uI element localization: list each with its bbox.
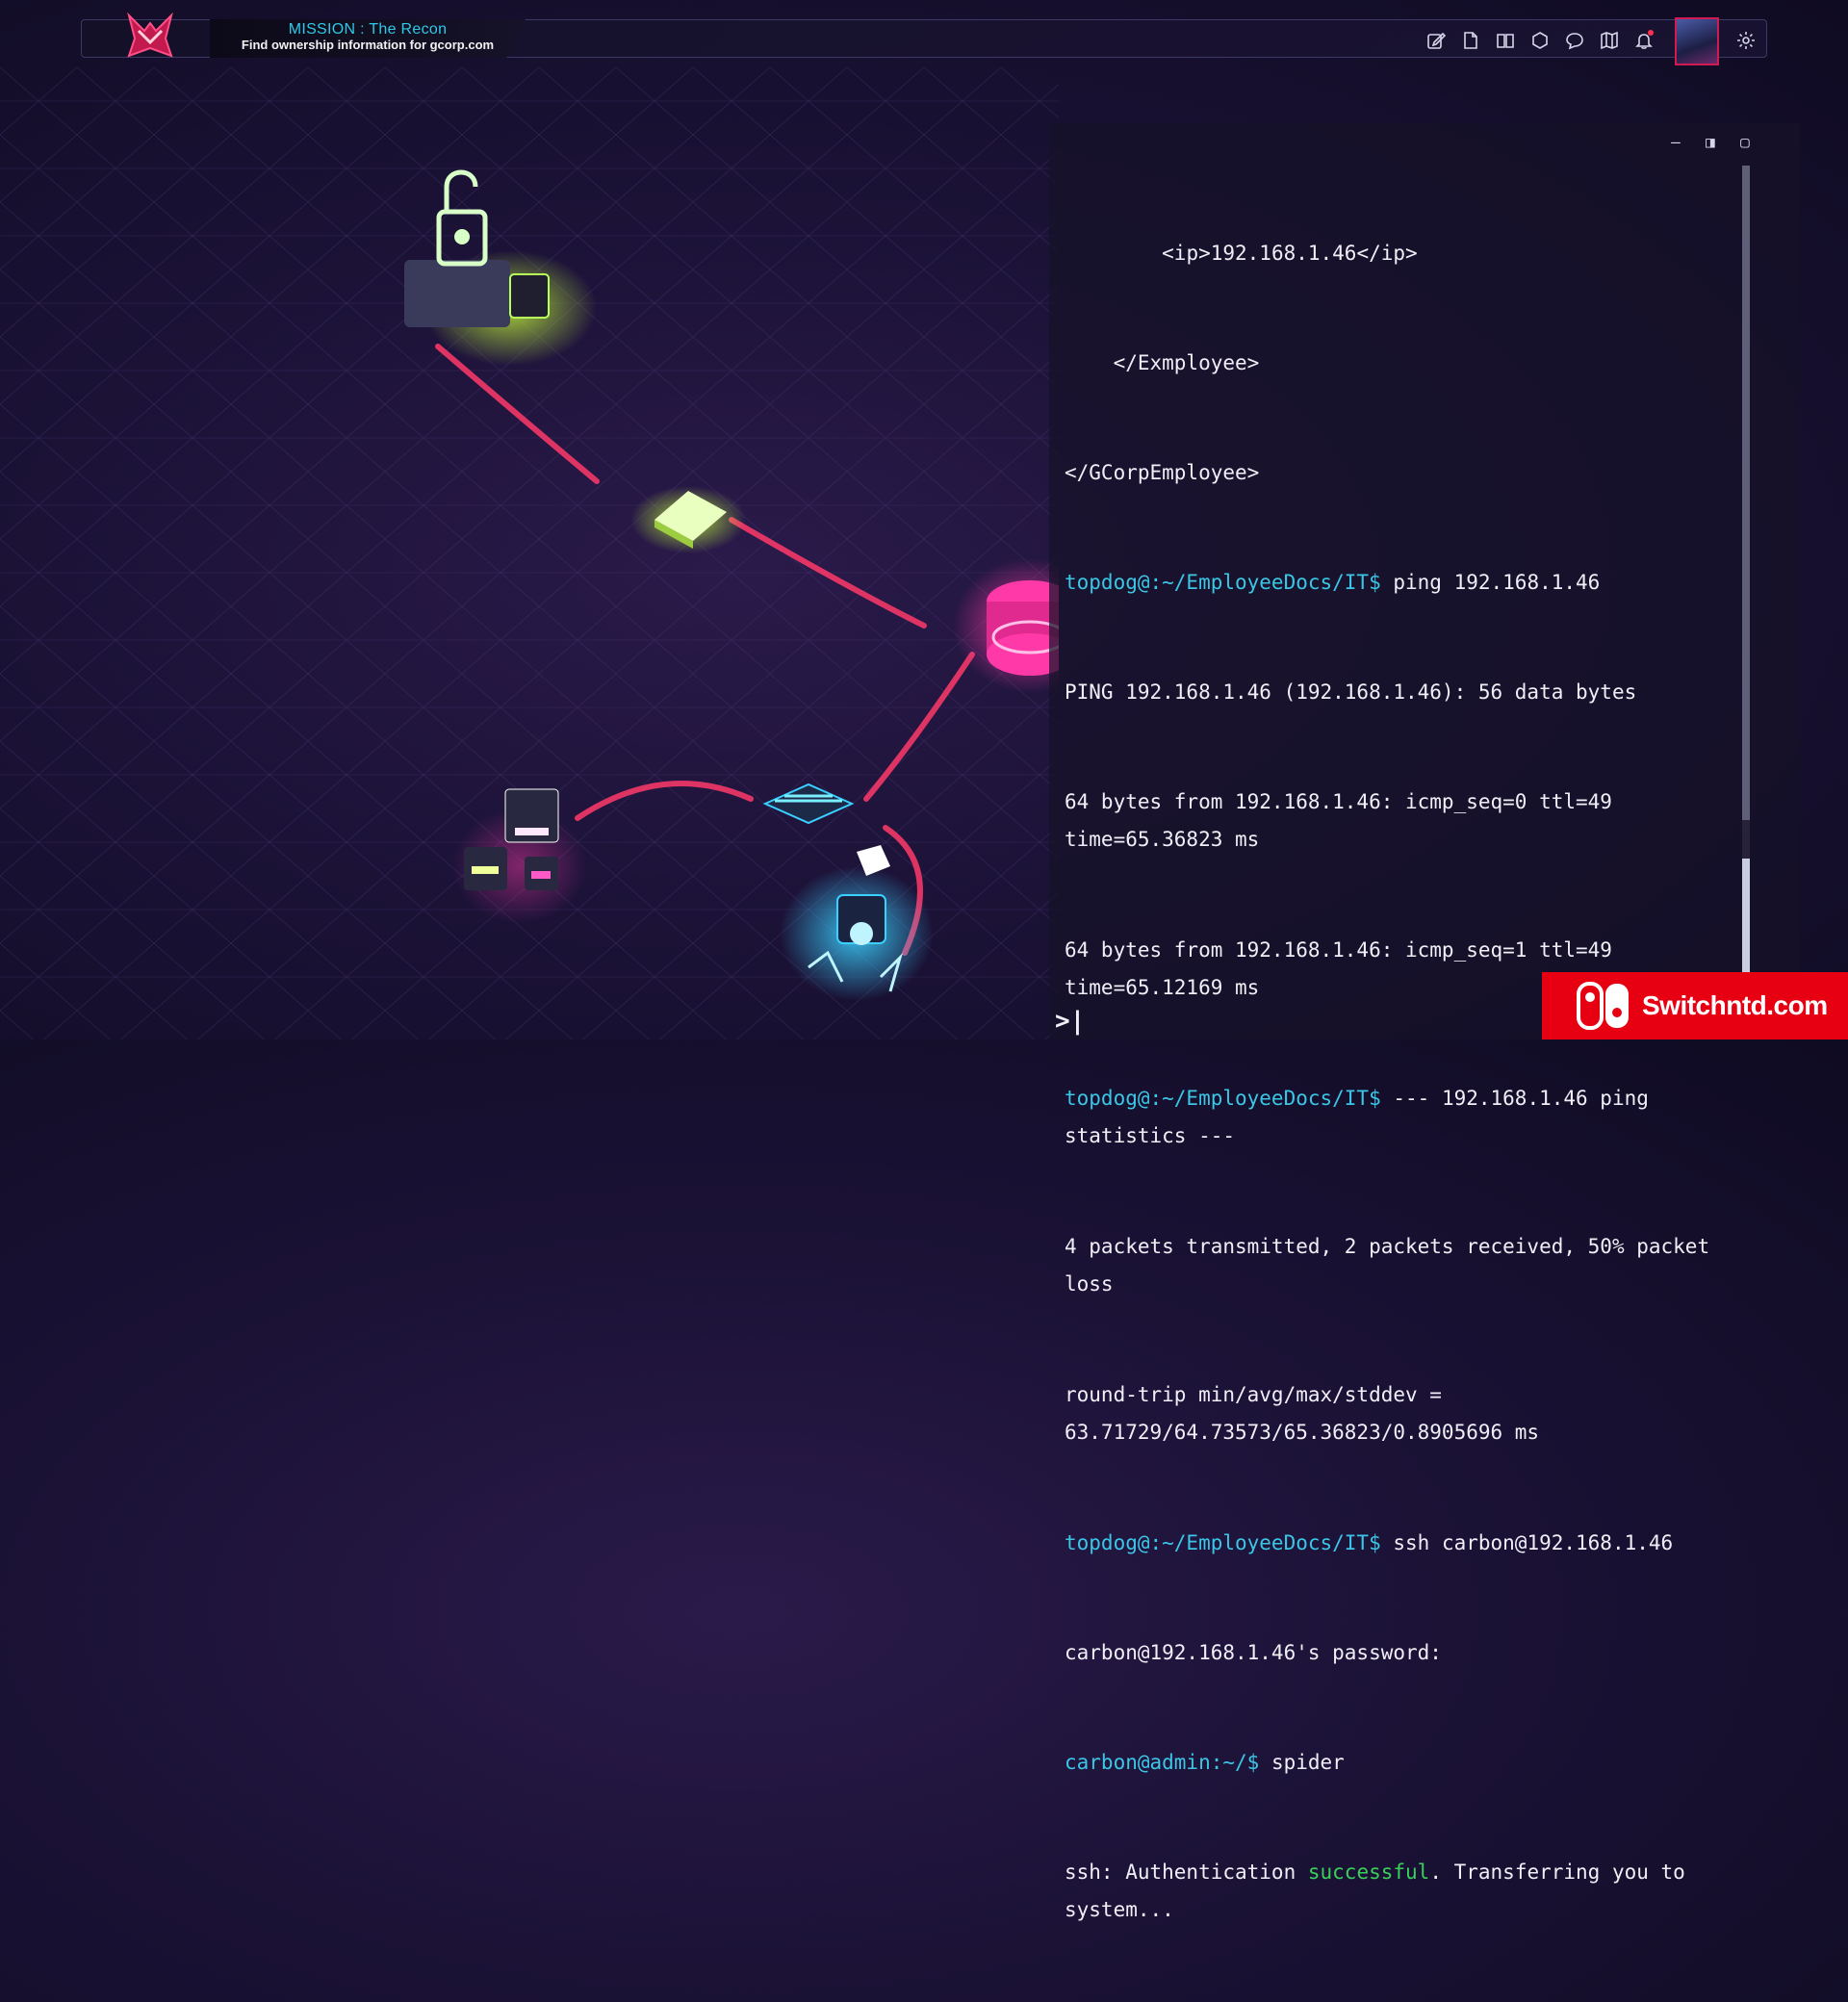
switch-logo-icon: [1577, 982, 1629, 1030]
terminal-input-cursor[interactable]: >|: [1055, 1007, 1085, 1036]
terminal-controls: — ◨ ▢: [1667, 133, 1754, 151]
watermark-text: Switchntd.com: [1642, 990, 1828, 1020]
success-text: successful: [1307, 1861, 1430, 1884]
mission-title: MISSION : The Recon: [288, 21, 448, 38]
terminal-command: spider: [1259, 1751, 1345, 1774]
server-node-icon[interactable]: [987, 580, 1059, 676]
bell-icon[interactable]: [1630, 27, 1657, 54]
terminal-prompt: topdog@:~/EmployeeDocs/IT$: [1065, 1531, 1381, 1554]
terminal-output: <ip>192.168.1.46</ip> </Exmployee> </GCo…: [1065, 162, 1748, 2002]
game-logo-icon: [123, 10, 177, 64]
terminal-command-line: carbon@admin:~/$ spider: [1065, 1744, 1748, 1781]
toolbar-icons: [1423, 27, 1657, 54]
terminal-window[interactable]: — ◨ ▢ <ip>192.168.1.46</ip> </Exmployee>…: [1049, 123, 1800, 1921]
notification-dot: [1648, 30, 1654, 36]
book-icon[interactable]: [1492, 27, 1519, 54]
gear-icon[interactable]: [1732, 27, 1759, 54]
terminal-line: </GCorpEmployee>: [1065, 461, 1260, 484]
watermark: Switchntd.com: [1542, 972, 1848, 1040]
terminal-line: PING 192.168.1.46 (192.168.1.46): 56 dat…: [1065, 680, 1637, 704]
terminal-line: 4 packets transmitted, 2 packets receive…: [1065, 1235, 1710, 1296]
maximize-icon[interactable]: ▢: [1736, 133, 1754, 151]
terminal-text: ssh: Authentication: [1065, 1861, 1308, 1884]
mission-subtitle: Find ownership information for gcorp.com: [241, 38, 495, 52]
hexagon-icon[interactable]: [1527, 27, 1553, 54]
terminal-line: <ip>192.168.1.46</ip>: [1065, 242, 1418, 265]
avatar[interactable]: [1675, 17, 1719, 65]
terminal-command-line: topdog@:~/EmployeeDocs/IT$ ping 192.168.…: [1065, 564, 1748, 601]
edit-icon[interactable]: [1423, 27, 1450, 54]
terminal-line: ssh: Authentication successful. Transfer…: [1065, 1854, 1748, 1929]
terminal-command-line: topdog@:~/EmployeeDocs/IT$ --- 192.168.1…: [1065, 1080, 1748, 1155]
split-icon[interactable]: ◨: [1702, 133, 1719, 151]
chat-icon[interactable]: [1561, 27, 1588, 54]
terminal-command: ssh carbon@192.168.1.46: [1380, 1531, 1674, 1554]
map-icon[interactable]: [1596, 27, 1623, 54]
terminal-command: ping 192.168.1.46: [1380, 571, 1601, 594]
network-map: [0, 67, 1059, 1040]
terminal-prompt: topdog@:~/EmployeeDocs/IT$: [1065, 571, 1381, 594]
terminal-prompt: topdog@:~/EmployeeDocs/IT$: [1065, 1087, 1381, 1110]
terminal-line: round-trip min/avg/max/stddev = 63.71729…: [1065, 1383, 1540, 1444]
terminal-line: 64 bytes from 192.168.1.46: icmp_seq=0 t…: [1065, 790, 1612, 851]
minimize-icon[interactable]: —: [1667, 133, 1684, 151]
terminal-line: </Exmployee>: [1065, 351, 1260, 374]
terminal-prompt: carbon@admin:~/$: [1065, 1751, 1260, 1774]
mission-banner: MISSION : The Recon Find ownership infor…: [210, 19, 526, 58]
terminal-command-line: topdog@:~/EmployeeDocs/IT$ ssh carbon@19…: [1065, 1525, 1748, 1561]
document-icon[interactable]: [1457, 27, 1484, 54]
terminal-line: carbon@192.168.1.46's password:: [1065, 1641, 1442, 1664]
